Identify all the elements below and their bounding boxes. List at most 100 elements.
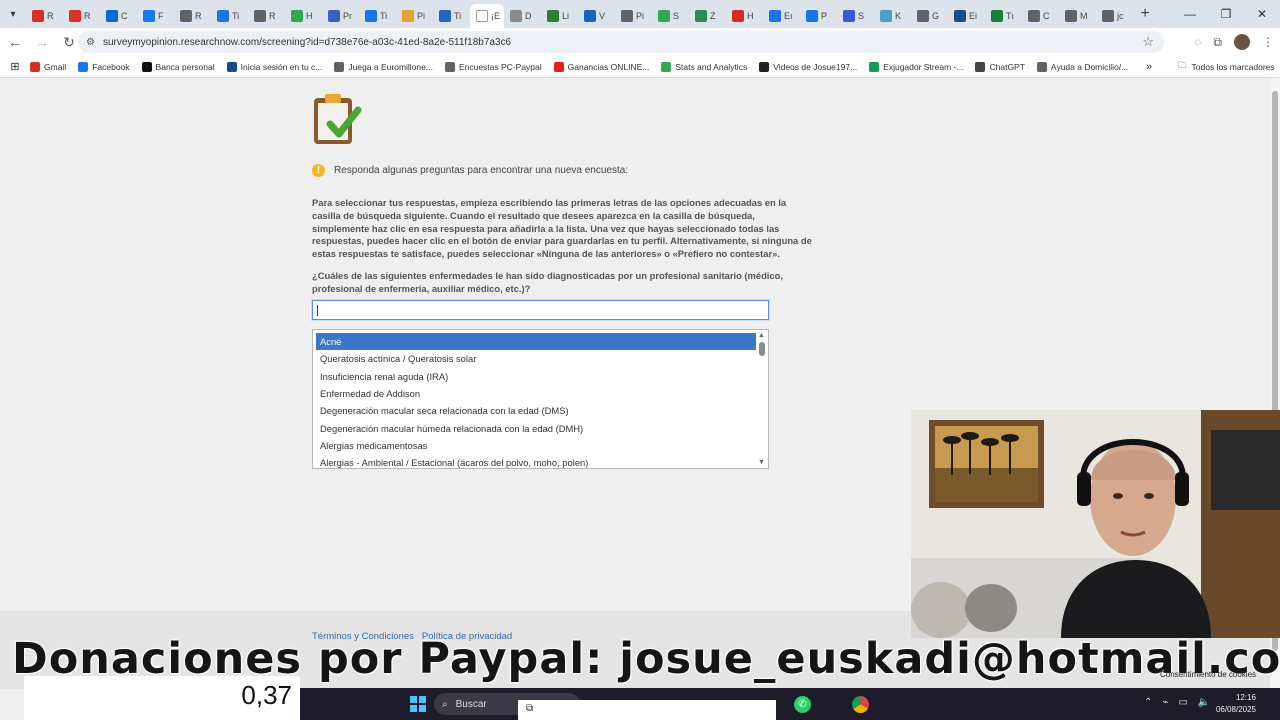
option-item[interactable]: Enfermedad de Addison: [316, 385, 756, 402]
browser-tab[interactable]: Li: [541, 4, 578, 28]
browser-tab[interactable]: R: [26, 4, 63, 28]
browser-tab[interactable]: Pi: [396, 4, 433, 28]
bookmark-item[interactable]: Videos de Josue197...: [759, 61, 857, 72]
speaker-icon[interactable]: 🔈: [1198, 697, 1210, 708]
listbox-scroll-thumb[interactable]: [759, 342, 765, 356]
search-input[interactable]: [311, 299, 770, 321]
bookmark-item[interactable]: Ayuda a Domicilio/...: [1036, 61, 1129, 72]
forward-button[interactable]: →: [30, 28, 54, 56]
scroll-down-arrow-icon[interactable]: ▼: [758, 459, 765, 466]
close-window-button[interactable]: ✕: [1244, 0, 1280, 28]
bookmark-star-icon[interactable]: ☆: [1142, 34, 1154, 50]
clock-time: 12:16: [1235, 693, 1256, 702]
browser-tab[interactable]: C: [100, 4, 137, 28]
taskbar-task-view[interactable]: ⧉: [518, 700, 776, 720]
taskbar-clock[interactable]: 12:16 06/08/2025: [1216, 692, 1256, 716]
browser-tab[interactable]: K: [874, 4, 911, 28]
tab-favicon-icon: [1028, 10, 1040, 22]
bookmark-item[interactable]: Banca personal: [141, 61, 215, 72]
bookmark-favicon-icon: [30, 61, 40, 72]
browser-tab[interactable]: F: [137, 4, 174, 28]
tab-favicon-icon: [69, 10, 81, 22]
extensions-icon[interactable]: ⧉: [1213, 35, 1222, 50]
browser-tab[interactable]: Ti: [211, 4, 248, 28]
browser-tab[interactable]: Ti: [433, 4, 470, 28]
bookmark-item[interactable]: Exjugador Stream -...: [869, 61, 963, 72]
cookie-consent-link[interactable]: Consentimiento de cookies: [1160, 670, 1256, 679]
browser-tab[interactable]: Ti: [359, 4, 396, 28]
tab-favicon-icon: [880, 10, 892, 22]
browser-tab[interactable]: S: [837, 4, 874, 28]
tab-favicon-icon: [732, 10, 744, 22]
bookmark-item[interactable]: Encuestas PC-Paypal: [444, 61, 542, 72]
whatsapp-icon[interactable]: ✆: [794, 696, 811, 713]
listbox-scrollbar[interactable]: ▲ ▼: [756, 330, 768, 468]
display-icon[interactable]: ▭: [1178, 697, 1187, 708]
tab-title: C: [1043, 11, 1050, 21]
windows-start-icon[interactable]: [410, 696, 426, 712]
bookmark-item[interactable]: ChatGPT: [975, 61, 1025, 72]
bookmark-favicon-icon: [661, 61, 672, 72]
browser-tab[interactable]: S: [652, 4, 689, 28]
option-item[interactable]: Alergias - Ambiental / Estacional (ácaro…: [316, 454, 756, 468]
back-button[interactable]: ←: [3, 28, 27, 56]
options-listbox[interactable]: Acné Queratosis actínica / Queratosis sol…: [312, 329, 769, 469]
option-item[interactable]: Insuficiencia renal aguda (IRA): [316, 368, 756, 385]
url-text: surveymyopinion.researchnow.com/screenin…: [102, 36, 512, 48]
scroll-up-arrow-icon[interactable]: ▲: [758, 332, 765, 339]
tab-search-menu-button[interactable]: ▾: [0, 0, 26, 28]
option-item[interactable]: Acné: [316, 333, 756, 350]
browser-tab[interactable]: M: [1059, 4, 1096, 28]
bookmark-label: Gmail: [44, 61, 67, 72]
apps-grid-icon[interactable]: ⊞: [0, 60, 30, 73]
browser-tab[interactable]: Ei: [948, 4, 985, 28]
bookmark-item[interactable]: Inicia sesión en tu c...: [226, 61, 322, 72]
tab-title: Ti: [454, 11, 462, 21]
browser-menu-icon[interactable]: ⋮: [1262, 35, 1274, 49]
browser-tab[interactable]: R: [174, 4, 211, 28]
bookmark-item[interactable]: Juega a Euromillone...: [334, 61, 433, 72]
bookmark-item[interactable]: Facebook: [78, 61, 130, 72]
browser-tab[interactable]: H: [726, 4, 763, 28]
tab-favicon-icon: [476, 10, 488, 22]
tab-active[interactable]: ¡E✕: [470, 4, 504, 28]
browser-tab[interactable]: R: [63, 4, 100, 28]
browser-tab[interactable]: Pi: [615, 4, 652, 28]
tab-title: Ti: [380, 11, 388, 21]
browser-tab[interactable]: D: [504, 4, 541, 28]
minimize-button[interactable]: —: [1172, 0, 1208, 28]
bookmark-label: Ayuda a Domicilio/...: [1050, 61, 1129, 72]
browser-tab[interactable]: Eı: [763, 4, 800, 28]
all-bookmarks-folder[interactable]: 🗀 Todos los marcadores: [1178, 60, 1275, 74]
new-tab-button[interactable]: +: [1133, 2, 1157, 26]
browser-tab[interactable]: Z: [689, 4, 726, 28]
profile-avatar[interactable]: [1234, 34, 1250, 50]
bookmark-list: Gmail Facebook Banca personal Inicia sesión…: [30, 61, 1140, 72]
option-item[interactable]: Queratosis actínica / Queratosis solar: [316, 350, 756, 367]
browser-tab[interactable]: P: [800, 4, 837, 28]
browser-tab[interactable]: G: [911, 4, 948, 28]
more-bookmarks-button[interactable]: »: [1146, 61, 1152, 73]
option-item[interactable]: Alergias medicamentosas: [316, 437, 756, 454]
chevron-up-icon[interactable]: ⌃: [1144, 697, 1152, 708]
browser-tab[interactable]: H: [285, 4, 322, 28]
browser-tab[interactable]: Tı: [985, 4, 1022, 28]
bookmark-item[interactable]: Ganancias ONLINE...: [553, 61, 649, 72]
network-icon[interactable]: ⌁: [1162, 697, 1168, 708]
chrome-icon[interactable]: [852, 696, 869, 713]
browser-tab[interactable]: R: [248, 4, 285, 28]
bookmark-label: Juega a Euromillone...: [348, 61, 433, 72]
tab-title: R: [269, 11, 276, 21]
site-info-icon[interactable]: ⚙: [86, 37, 95, 48]
browser-tab[interactable]: V: [578, 4, 615, 28]
bookmark-item[interactable]: Stats and Analytics: [661, 61, 747, 72]
address-bar[interactable]: ⚙ surveymyopinion.researchnow.com/screen…: [78, 31, 1164, 53]
browser-tab[interactable]: C: [1022, 4, 1059, 28]
maximize-button[interactable]: ❐: [1208, 0, 1244, 28]
browser-tab[interactable]: jc: [1096, 4, 1133, 28]
tab-favicon-icon: [365, 10, 377, 22]
browser-tab[interactable]: Pr: [322, 4, 359, 28]
option-item[interactable]: Degeneración macular húmeda relacionada …: [316, 420, 756, 437]
bookmark-item[interactable]: Gmail: [30, 61, 67, 72]
option-item[interactable]: Degeneración macular seca relacionada co…: [316, 402, 756, 419]
